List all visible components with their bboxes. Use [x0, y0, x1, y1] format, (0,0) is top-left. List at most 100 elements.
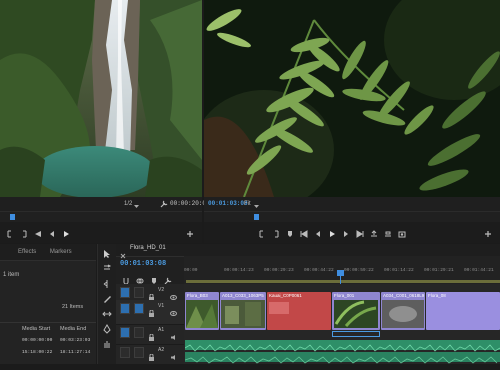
program-control-bar: 00:01:03:08 Fit: [204, 197, 500, 211]
wrench-icon[interactable]: [164, 272, 172, 285]
video-clip[interactable]: Flora_08: [426, 292, 500, 330]
eye-icon[interactable]: [170, 288, 177, 300]
hand-tool-icon[interactable]: [102, 339, 112, 349]
play-icon[interactable]: [62, 230, 70, 238]
clip-label: A013_C033_1063P5: [222, 293, 264, 298]
timeline-playhead-handle[interactable]: [337, 270, 344, 276]
item-count: 21 Items: [62, 304, 84, 310]
wrench-icon[interactable]: [160, 200, 168, 208]
go-to-in-icon[interactable]: [34, 230, 42, 238]
chevron-down-icon[interactable]: [134, 201, 139, 208]
track-target-a2[interactable]: [134, 347, 144, 358]
track-header-a2: A2: [116, 344, 184, 365]
track-target-v1[interactable]: [134, 303, 144, 314]
add-button-icon[interactable]: [186, 230, 194, 238]
lock-icon[interactable]: [148, 288, 155, 301]
step-back-icon[interactable]: [314, 230, 322, 238]
clip-label: Flora_B03: [187, 293, 208, 298]
source-patch-v[interactable]: [120, 287, 130, 298]
program-playhead[interactable]: [254, 214, 259, 220]
source-zoom-select[interactable]: 1/2: [124, 197, 132, 211]
tools-panel: [97, 244, 117, 364]
program-transport-controls: [204, 226, 500, 242]
close-icon[interactable]: [120, 246, 126, 259]
step-back-icon[interactable]: [48, 230, 56, 238]
program-fit-select[interactable]: Fit: [244, 197, 251, 211]
mark-in-icon[interactable]: [258, 230, 266, 238]
video-clip[interactable]: A034_C001_0618L9: [381, 292, 425, 330]
lock-icon[interactable]: [148, 304, 155, 317]
item-label: 1 item: [3, 272, 20, 278]
ruler-tick-label: 00:00:14:23: [224, 268, 254, 273]
track-name-a2: A2: [158, 347, 165, 353]
mute-icon[interactable]: [170, 348, 177, 360]
go-to-in-icon[interactable]: [300, 230, 308, 238]
table-cell-start: 15:18:00:22: [22, 350, 53, 355]
video-clip[interactable]: Flora_001: [332, 292, 380, 330]
column-header-media-start[interactable]: Media Start: [22, 326, 50, 332]
go-to-out-icon[interactable]: [356, 230, 364, 238]
timeline-timecode[interactable]: 00:01:03:08: [120, 260, 166, 268]
ruler-tick-label: 00:00:44:22: [304, 268, 334, 273]
project-panel-tabs: Effects Markers: [0, 244, 96, 261]
pen-tool-icon[interactable]: [102, 324, 112, 334]
mark-out-icon[interactable]: [20, 230, 28, 238]
lift-icon[interactable]: [370, 230, 378, 238]
clip-thumbnail: [382, 300, 424, 328]
play-icon[interactable]: [328, 230, 336, 238]
marker-icon[interactable]: [286, 230, 294, 238]
step-forward-icon[interactable]: [342, 230, 350, 238]
sequence-tab[interactable]: Flora_HD_01: [130, 245, 166, 251]
track-header-a1: A1: [116, 324, 184, 345]
fern-image: [204, 0, 500, 197]
work-area-bar[interactable]: [186, 280, 500, 283]
source-playhead[interactable]: [10, 214, 15, 220]
track-target-a1[interactable]: [134, 327, 144, 338]
add-button-icon[interactable]: [484, 230, 492, 238]
source-patch-a2[interactable]: [120, 347, 130, 358]
program-timecode[interactable]: 00:01:03:08: [208, 197, 248, 211]
clip-selection-outline[interactable]: [332, 331, 380, 337]
track-headers: V2 V1 A1 A2: [116, 284, 184, 365]
clip-label: Flora_08: [428, 293, 446, 298]
track-target-v2[interactable]: [134, 287, 144, 298]
clip-effect-badge: [269, 302, 289, 314]
column-header-media-end[interactable]: Media End: [60, 326, 86, 332]
program-mini-timeline[interactable]: [204, 211, 500, 222]
lock-icon[interactable]: [148, 328, 155, 341]
add-marker-icon[interactable]: [150, 272, 158, 284]
track-select-tool-icon[interactable]: [102, 264, 112, 274]
ruler-tick-label: 00:01:44:21: [464, 268, 494, 273]
project-panel: Effects Markers 1 item 21 Items Media St…: [0, 244, 96, 364]
program-video-frame: [204, 0, 500, 197]
source-patch-v1[interactable]: [120, 303, 130, 314]
tab-markers[interactable]: Markers: [44, 244, 78, 260]
mark-in-icon[interactable]: [6, 230, 14, 238]
lock-icon[interactable]: [148, 348, 155, 361]
source-mini-timeline[interactable]: [0, 211, 202, 222]
chevron-down-icon[interactable]: [254, 201, 259, 208]
track-name-a1: A1: [158, 327, 165, 333]
source-patch-a1[interactable]: [120, 327, 130, 338]
video-clip[interactable]: Flora_B03: [185, 292, 219, 330]
track-header-v2: V2: [116, 284, 184, 301]
table-cell-start: 00:00:00:00: [22, 338, 53, 343]
video-clip-selected[interactable]: Kauai_C0P0061: [267, 292, 331, 330]
extract-icon[interactable]: [384, 230, 392, 238]
mark-out-icon[interactable]: [272, 230, 280, 238]
snap-icon[interactable]: [122, 272, 130, 285]
slip-tool-icon[interactable]: [102, 309, 112, 319]
clip-label: Kauai_C0P0061: [269, 293, 302, 298]
razor-tool-icon[interactable]: [102, 294, 112, 304]
tab-effects[interactable]: Effects: [0, 244, 42, 260]
selection-tool-icon[interactable]: [102, 249, 112, 259]
source-video-frame: [0, 0, 202, 197]
ripple-edit-tool-icon[interactable]: [102, 279, 112, 289]
mute-icon[interactable]: [170, 328, 177, 340]
eye-icon[interactable]: [170, 304, 177, 316]
audio-clip-a2[interactable]: [184, 352, 500, 364]
export-frame-icon[interactable]: [398, 230, 406, 238]
video-clip[interactable]: A013_C033_1063P5: [220, 292, 266, 330]
audio-clip-a1[interactable]: [184, 340, 500, 352]
linked-selection-icon[interactable]: [136, 272, 144, 284]
